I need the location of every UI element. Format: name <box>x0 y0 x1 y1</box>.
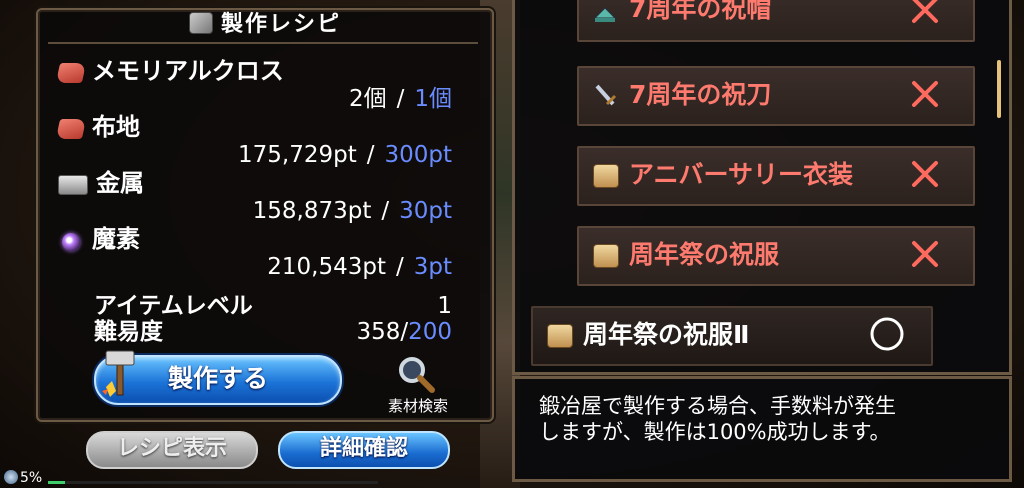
circle-icon <box>870 317 904 351</box>
scrollbar-thumb[interactable] <box>997 60 1001 118</box>
scroll-icon <box>593 164 619 188</box>
panel-title: 製作レシピ <box>38 10 492 40</box>
cross-icon <box>912 241 938 267</box>
material-name-memorial-cloth: メモリアルクロス <box>55 56 284 86</box>
cross-icon <box>912 161 938 187</box>
item-level-row: アイテムレベル 1 <box>94 292 452 320</box>
craft-button[interactable]: 製作する <box>94 350 342 405</box>
metal-icon <box>58 175 88 195</box>
crafting-recipe-panel: 製作レシピ メモリアルクロス 2個/1個 布地 175,729pt/300pt … <box>36 8 494 422</box>
material-amount-memorial-cloth: 2個/1個 <box>348 86 452 112</box>
recipe-item[interactable]: アニバーサリー衣装 <box>577 146 975 206</box>
recipe-item[interactable]: 7周年の祝帽 <box>577 0 975 42</box>
hammer-icon <box>102 350 135 397</box>
item-level-label: アイテムレベル <box>94 293 253 319</box>
recipe-item[interactable]: 周年祭の祝服 <box>577 226 975 286</box>
material-name-metal: 金属 <box>58 168 144 198</box>
detail-confirm-button[interactable]: 詳細確認 <box>278 431 450 469</box>
scroll-icon <box>547 324 573 348</box>
recipe-item-selected[interactable]: 周年祭の祝服Ⅱ <box>531 306 933 366</box>
recipe-item[interactable]: 7周年の祝刀 <box>577 66 975 126</box>
message-box: 鍛冶屋で製作する場合、手数料が発生 しますが、製作は100%成功します。 <box>512 376 1012 482</box>
recipe-book-icon <box>188 12 213 34</box>
magic-orb-icon <box>62 233 80 251</box>
craft-button-label: 製作する <box>167 364 268 393</box>
globe-icon <box>4 470 18 484</box>
material-name-magic-element: 魔素 <box>58 224 140 254</box>
message-text: 鍛冶屋で製作する場合、手数料が発生 しますが、製作は100%成功します。 <box>539 394 896 444</box>
title-divider <box>48 42 478 44</box>
cloth-icon <box>55 119 87 139</box>
item-level-value: 1 <box>437 293 452 319</box>
material-search-label: 素材検索 <box>387 397 448 415</box>
cross-icon <box>912 81 938 107</box>
material-name-fabric: 布地 <box>55 112 140 142</box>
material-search-button[interactable]: 素材検索 <box>378 355 458 417</box>
progress-bar <box>48 481 378 484</box>
material-amount-metal: 158,873pt/30pt <box>252 198 452 224</box>
cross-icon <box>912 0 938 23</box>
recipe-list-panel[interactable]: 7周年の祝帽 7周年の祝刀 アニバーサリー衣装 周年祭の祝服 周年祭の祝服Ⅱ <box>512 0 1012 375</box>
progress-text: 5% <box>20 470 43 486</box>
magnifier-icon <box>399 357 435 393</box>
difficulty-row: 難易度 358/200 <box>94 318 452 346</box>
sword-icon <box>595 84 617 106</box>
scroll-icon <box>593 244 619 268</box>
progress-bar-fill <box>48 481 65 484</box>
difficulty-label: 難易度 <box>94 319 163 345</box>
progress-indicator: 5% <box>0 468 42 488</box>
recipe-display-button[interactable]: レシピ表示 <box>86 431 258 469</box>
material-amount-magic-element: 210,543pt/3pt <box>267 254 452 280</box>
difficulty-value: 358/200 <box>356 319 452 345</box>
material-amount-fabric: 175,729pt/300pt <box>237 142 452 168</box>
panel-title-text: 製作レシピ <box>220 12 341 37</box>
cloth-icon <box>55 63 87 83</box>
hat-icon <box>593 7 617 22</box>
